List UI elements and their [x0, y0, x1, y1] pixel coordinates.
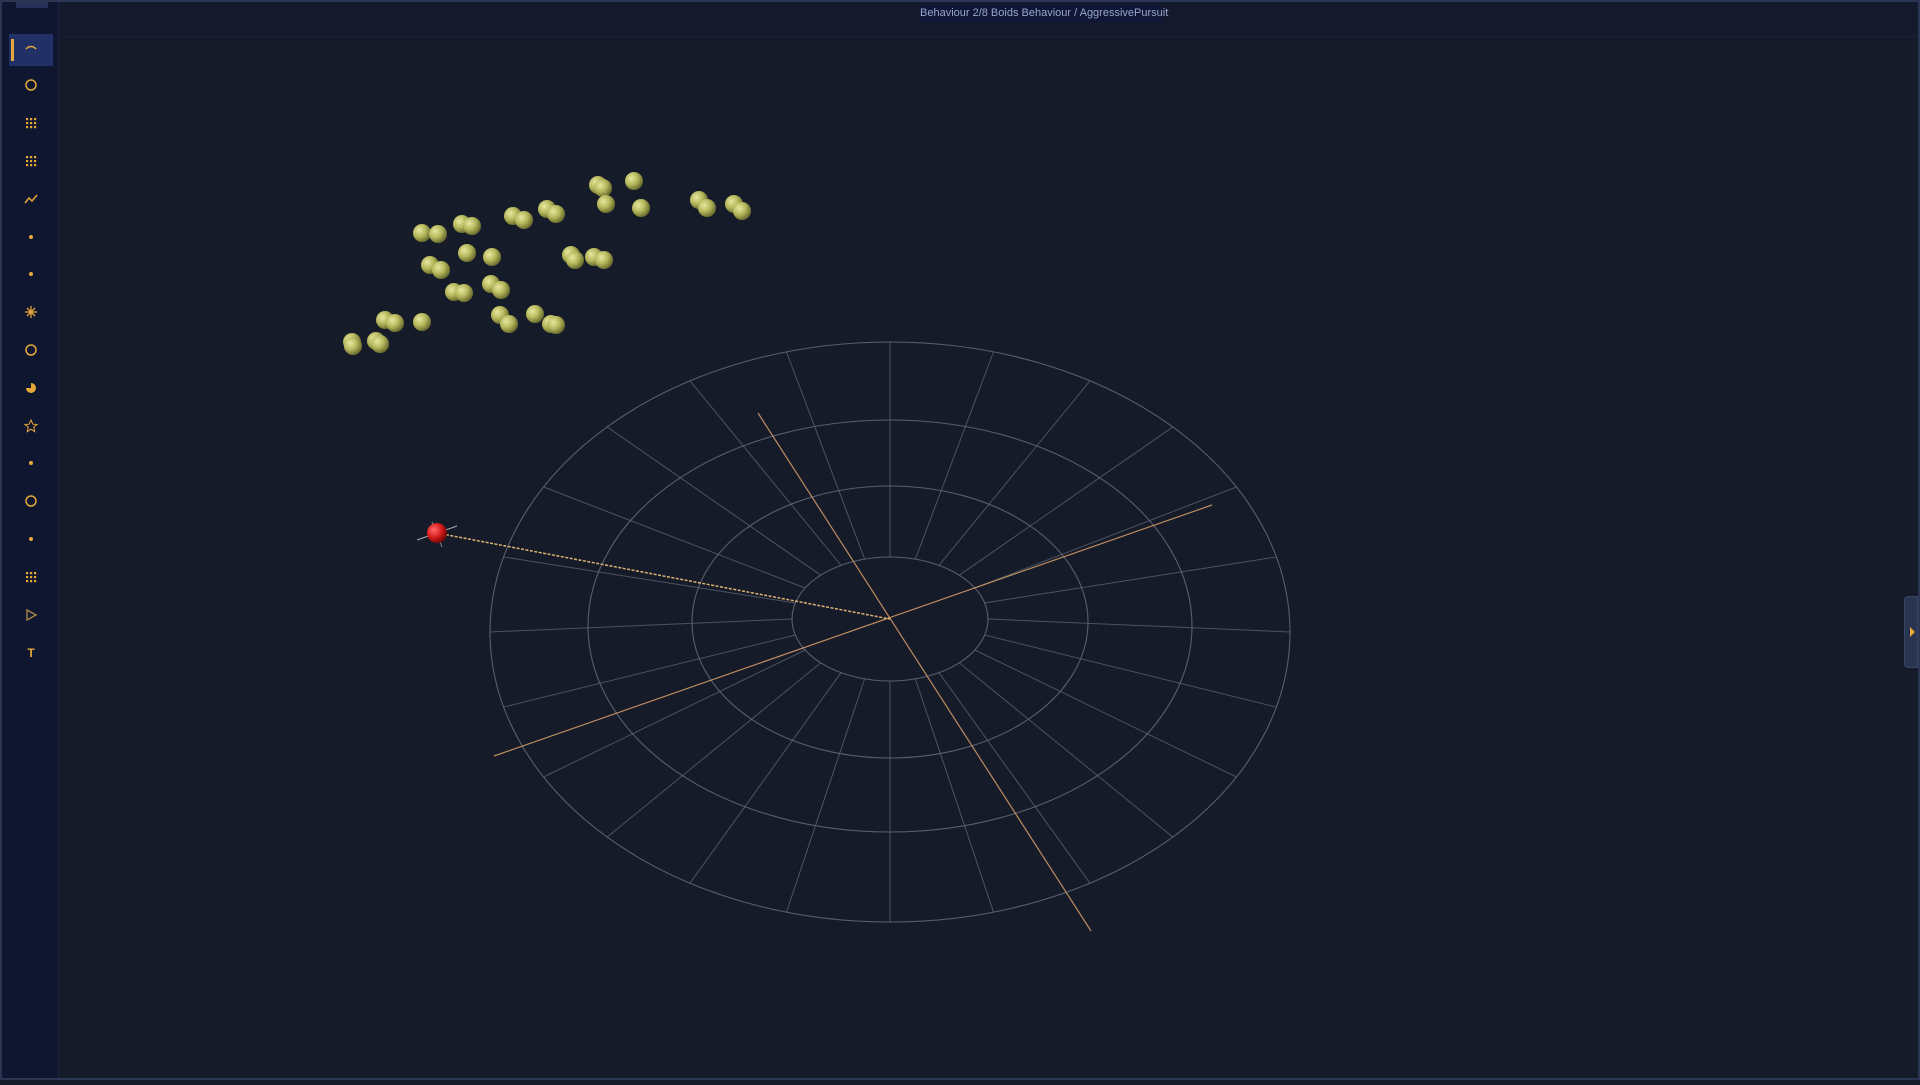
grid-axis	[493, 504, 1213, 757]
tool-button[interactable]	[9, 601, 53, 633]
tool-button[interactable]	[9, 412, 53, 444]
grid-spoke	[689, 672, 842, 884]
grid-dots-icon	[23, 153, 39, 174]
grid-spoke	[689, 380, 842, 566]
tool-button[interactable]	[9, 34, 53, 66]
svg-text:T: T	[27, 646, 35, 660]
boid	[698, 199, 716, 217]
boid	[413, 224, 431, 242]
grid-spoke	[786, 351, 866, 560]
boid	[463, 217, 481, 235]
grid-spoke	[503, 634, 796, 708]
tool-button[interactable]	[9, 185, 53, 217]
grid-spoke	[984, 556, 1277, 604]
polar-grid	[489, 341, 1291, 932]
boid	[733, 202, 751, 220]
tool-sidebar: T	[2, 2, 59, 1078]
tool-button[interactable]	[9, 147, 53, 179]
dot-icon	[23, 229, 39, 250]
boid	[597, 195, 615, 213]
grid-spoke	[974, 649, 1237, 778]
arc-icon	[23, 40, 39, 61]
grid-dots-icon	[23, 569, 39, 590]
predator-group	[416, 521, 891, 620]
tool-button[interactable]	[9, 525, 53, 557]
tool-button[interactable]: T	[9, 639, 53, 671]
sidebar-tab[interactable]	[16, 2, 48, 8]
tool-button[interactable]	[9, 223, 53, 255]
predator	[427, 523, 447, 543]
line-chart-icon	[23, 191, 39, 212]
tool-button[interactable]	[9, 563, 53, 595]
boid	[566, 251, 584, 269]
grid-axis	[757, 412, 1092, 932]
scene-viewport[interactable]	[0, 0, 1920, 1080]
circle-icon	[23, 342, 39, 363]
dot-icon	[23, 455, 39, 476]
circle-icon	[23, 493, 39, 514]
grid-spoke	[984, 634, 1277, 708]
boid	[547, 205, 565, 223]
boid	[432, 261, 450, 279]
top-bar: Behaviour 2/8 Boids Behaviour / Aggressi…	[58, 2, 1918, 37]
pie-icon	[23, 380, 39, 401]
grid-spoke	[543, 649, 806, 778]
tool-button[interactable]	[9, 110, 53, 142]
tool-button[interactable]	[9, 488, 53, 520]
grid-spoke	[914, 351, 994, 560]
dot-icon	[23, 266, 39, 287]
boid	[492, 281, 510, 299]
sparkle-icon	[23, 304, 39, 325]
boid	[515, 211, 533, 229]
tool-button[interactable]	[9, 261, 53, 293]
dot-icon	[23, 531, 39, 552]
boid	[371, 335, 389, 353]
boid	[500, 315, 518, 333]
boid	[344, 337, 362, 355]
grid-spoke	[489, 618, 793, 633]
circle-icon	[23, 77, 39, 98]
boid	[595, 251, 613, 269]
panel-expand-handle[interactable]	[1904, 596, 1918, 668]
boid	[594, 179, 612, 197]
tool-button[interactable]	[9, 336, 53, 368]
boid	[413, 313, 431, 331]
text-icon: T	[23, 644, 39, 665]
grid-spoke	[938, 672, 1091, 884]
scene-canvas[interactable]	[0, 0, 1920, 1080]
boid	[455, 284, 473, 302]
star-icon	[23, 418, 39, 439]
boid-flock	[343, 172, 751, 355]
tool-button[interactable]	[9, 299, 53, 331]
grid-spoke	[938, 380, 1091, 566]
boid	[526, 305, 544, 323]
grid-spoke	[503, 556, 796, 604]
grid-spoke	[987, 618, 1291, 633]
boid	[429, 225, 447, 243]
boid	[483, 248, 501, 266]
boid	[547, 316, 565, 334]
grid-dots-icon	[23, 115, 39, 136]
grid-spoke	[785, 678, 866, 913]
boid	[625, 172, 643, 190]
boid	[386, 314, 404, 332]
grid-spoke	[606, 662, 822, 838]
behaviour-status: Behaviour 2/8 Boids Behaviour / Aggressi…	[920, 4, 1168, 22]
grid-spoke	[914, 678, 995, 913]
tool-button[interactable]	[9, 374, 53, 406]
tool-button[interactable]	[9, 450, 53, 482]
boid	[458, 244, 476, 262]
grid-spoke	[958, 662, 1174, 838]
boid	[632, 199, 650, 217]
tool-button[interactable]	[9, 72, 53, 104]
pursuit-line	[436, 532, 891, 620]
play-icon	[23, 607, 39, 628]
